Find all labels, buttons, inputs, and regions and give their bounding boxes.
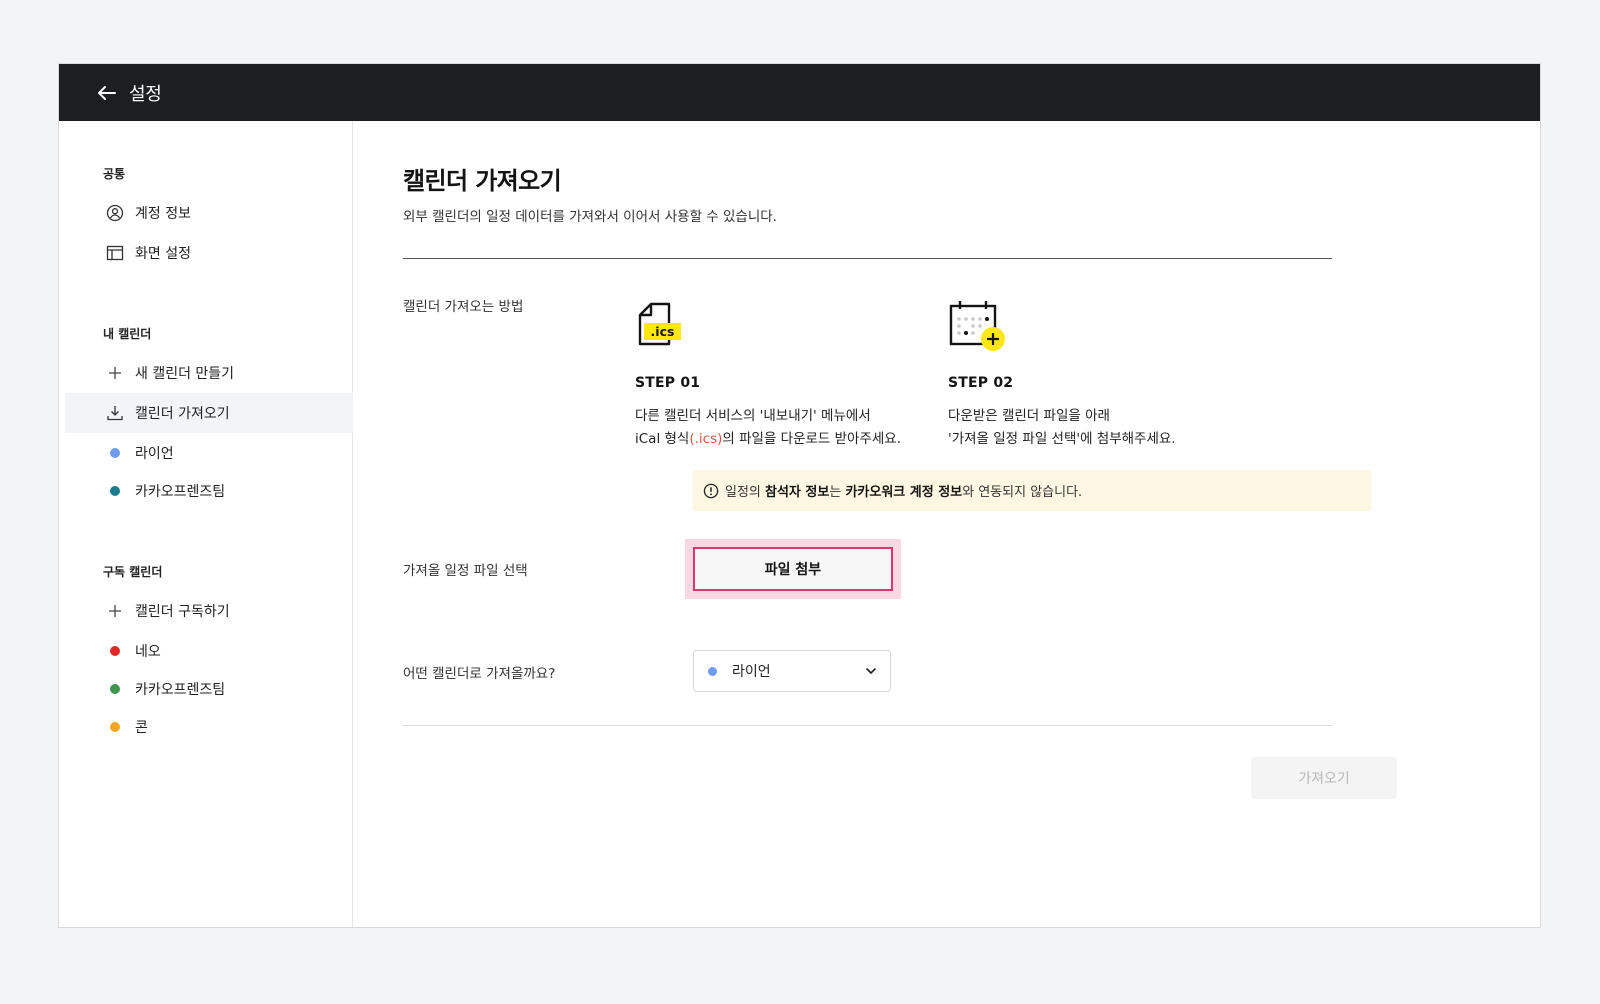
back-arrow-icon[interactable] [95,81,119,105]
page-title: 캘린더 가져오기 [403,167,562,195]
sidebar-item-calendar-lion[interactable]: 라이언 [65,433,353,473]
calendar-color-dot-wrap [105,679,125,699]
calendar-color-dot [110,448,120,458]
top-bar: 설정 [59,64,1540,121]
sidebar-item-display[interactable]: 화면 설정 [65,233,353,273]
sidebar-item-label: 네오 [135,644,161,660]
calendar-color-dot-wrap [105,641,125,661]
step-title: STEP 01 [635,375,701,391]
step-text-line: 다운받은 캘린더 파일을 아래 [948,408,1110,424]
sidebar-item-label: 카카오프렌즈팀 [135,484,226,500]
calendar-color-dot-wrap [105,443,125,463]
layout-icon [105,243,125,263]
sidebar-item-import-calendar[interactable]: 캘린더 가져오기 [65,393,353,433]
calendar-add-icon [948,299,1018,355]
file-select-label: 가져올 일정 파일 선택 [403,563,528,579]
sidebar-group-my-calendar: 내 캘린더 [103,327,152,341]
ics-format-highlight: (.ics) [689,431,723,447]
step-description: 다른 캘린더 서비스의 '내보내기' 메뉴에서 iCal 형식(.ics)의 파… [635,405,945,451]
step-01: .ics STEP 01 다른 캘린더 서비스의 '내보내기' 메뉴에서 iCa… [635,299,945,451]
sidebar-item-label: 계정 정보 [135,206,191,222]
notice-emphasis: 카카오워크 계정 정보 [845,485,963,500]
sidebar-item-label: 캘린더 구독하기 [135,604,230,620]
sidebar-item-label: 콘 [135,720,148,736]
sidebar-item-label: 캘린더 가져오기 [135,406,230,422]
calendar-color-dot [708,666,717,676]
info-icon [703,483,719,499]
notice-text-part: 일정의 [725,485,766,500]
calendar-color-dot [110,722,120,732]
step-text-line: '가져올 일정 파일 선택'에 첨부해주세요. [948,431,1176,447]
sidebar-item-label: 화면 설정 [135,246,191,262]
notice-banner: 일정의 참석자 정보는 카카오워크 계정 정보와 연동되지 않습니다. [693,470,1371,511]
download-icon [105,403,125,423]
sidebar-item-calendar-con[interactable]: 콘 [65,707,353,747]
sidebar-item-label: 새 캘린더 만들기 [135,366,235,382]
sidebar-item-label: 카카오프렌즈팀 [135,682,226,698]
sidebar-item-calendar-kakaofriends-sub[interactable]: 카카오프렌즈팀 [65,669,353,709]
page-description: 외부 캘린더의 일정 데이터를 가져와서 이어서 사용할 수 있습니다. [403,209,777,225]
section-divider [403,258,1332,259]
sidebar-item-account[interactable]: 계정 정보 [65,193,353,233]
step-02: STEP 02 다운받은 캘린더 파일을 아래 '가져올 일정 파일 선택'에 … [948,299,1258,451]
calendar-color-dot [110,646,120,656]
plus-icon [105,601,125,621]
ics-file-icon-label: .ics [651,324,675,339]
bottom-divider [403,725,1332,726]
calendar-color-dot-wrap [105,481,125,501]
step-description: 다운받은 캘린더 파일을 아래 '가져올 일정 파일 선택'에 첨부해주세요. [948,405,1258,451]
selected-calendar-value: 라이언 [732,664,771,680]
notice-emphasis: 참석자 정보 [765,485,830,500]
calendar-color-dot [110,684,120,694]
sidebar-item-calendar-kakaofriends[interactable]: 카카오프렌즈팀 [65,471,353,511]
sidebar-item-calendar-neo[interactable]: 네오 [65,631,353,671]
calendar-color-dot [110,486,120,496]
sidebar-group-subscribed: 구독 캘린더 [103,565,163,579]
step-text-part: 의 파일을 다운로드 받아주세요. [722,431,902,447]
sidebar-item-subscribe-calendar[interactable]: 캘린더 구독하기 [65,591,353,631]
chevron-down-icon [864,664,878,678]
account-icon [105,203,125,223]
step-title: STEP 02 [948,375,1014,391]
import-button[interactable]: 가져오기 [1251,757,1397,799]
ics-file-icon: .ics [635,299,705,355]
step-text-line: 다른 캘린더 서비스의 '내보내기' 메뉴에서 [635,408,871,424]
page-header-title: 설정 [129,83,162,105]
plus-icon [105,363,125,383]
calendar-color-dot-wrap [105,717,125,737]
target-calendar-select[interactable]: 라이언 [693,650,891,692]
method-label: 캘린더 가져오는 방법 [403,299,524,315]
sidebar-item-label: 라이언 [135,446,174,462]
step-text-part: iCal 형식 [635,431,690,447]
sidebar-item-new-calendar[interactable]: 새 캘린더 만들기 [65,353,353,393]
notice-text: 일정의 참석자 정보는 카카오워크 계정 정보와 연동되지 않습니다. [725,481,1082,500]
settings-window: 설정 공통 계정 정보 화면 설정 내 캘린더 새 캘린더 만들기 캘린더 가져… [58,63,1541,928]
attach-file-button[interactable]: 파일 첨부 [693,547,893,591]
notice-text-part: 는 [829,485,846,500]
target-calendar-label: 어떤 캘린더로 가져올까요? [403,666,556,682]
settings-sidebar: 공통 계정 정보 화면 설정 내 캘린더 새 캘린더 만들기 캘린더 가져오기 [59,121,353,927]
import-calendar-panel: 캘린더 가져오기 외부 캘린더의 일정 데이터를 가져와서 이어서 사용할 수 … [353,121,1540,927]
notice-text-part: 와 연동되지 않습니다. [962,485,1083,500]
sidebar-group-common: 공통 [103,167,126,181]
